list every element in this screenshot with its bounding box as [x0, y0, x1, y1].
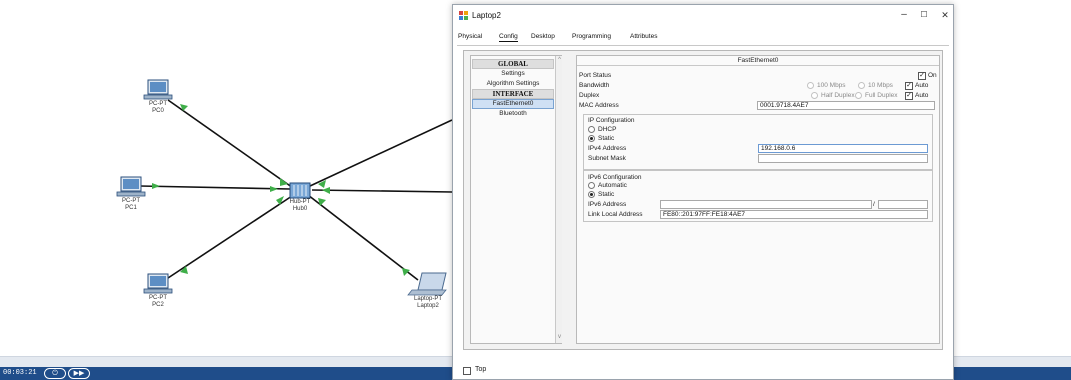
scroll-down-icon[interactable]: v [556, 334, 563, 341]
scroll-up-icon[interactable]: ^ [556, 57, 563, 64]
port-status-label: Port Status [579, 72, 612, 79]
tab-attributes[interactable]: Attributes [630, 33, 657, 40]
config-nav-list: GLOBAL Settings Algorithm Settings INTER… [470, 55, 562, 344]
pc1-icon[interactable] [116, 176, 146, 197]
hub0-type: Hub-PT [289, 199, 311, 205]
tab-programming[interactable]: Programming [572, 33, 611, 40]
nav-item-fastethernet0[interactable]: FastEthernet0 [472, 99, 554, 109]
tab-bar: Physical Config Desktop Programming Attr… [453, 31, 953, 45]
nav-scrollbar[interactable]: ^ v [555, 56, 562, 343]
tab-desktop[interactable]: Desktop [531, 33, 555, 40]
ipv6-static-label: Static [598, 191, 615, 198]
ipv6-automatic-radio[interactable] [588, 182, 595, 189]
duplex-full-radio[interactable] [855, 92, 862, 99]
subnet-mask-label: Subnet Mask [588, 155, 626, 162]
nav-item-algorithm-settings[interactable]: Algorithm Settings [472, 79, 554, 89]
ipv4-address-label: IPv4 Address [588, 145, 627, 152]
close-button[interactable]: ✕ [938, 9, 952, 21]
laptop2-window: Laptop2 – ☐ ✕ Physical Config Desktop Pr… [452, 4, 954, 380]
pc1-label: PC-PT PC1 [101, 198, 161, 212]
top-checkbox-label: Top [475, 366, 487, 373]
power-cycle-button[interactable]: ⏻ [44, 368, 66, 379]
laptop2-name: Laptop2 [417, 303, 439, 309]
bandwidth-label: Bandwidth [579, 82, 610, 89]
packet-tracer-icon [459, 11, 468, 20]
ipv4-static-label: Static [598, 135, 615, 142]
pc1-type: PC-PT [122, 198, 140, 204]
pc0-icon[interactable] [143, 79, 173, 100]
link-local-address-field: FE80::201:97FF:FE18:4AE7 [660, 210, 928, 219]
ipv6-address-field[interactable] [660, 200, 872, 209]
mac-address-field[interactable]: 0001.9718.4AE7 [757, 101, 935, 110]
port-status-on-label: On [928, 72, 937, 79]
dhcp-label: DHCP [598, 126, 617, 133]
ipv6-address-label: IPv6 Address [588, 201, 627, 208]
bandwidth-auto-label: Auto [915, 82, 929, 89]
ipv6-configuration-heading: IPv6 Configuration [588, 174, 642, 181]
bandwidth-10-label: 10 Mbps [868, 82, 893, 89]
pc2-icon[interactable] [143, 273, 173, 294]
ipv6-configuration-group: IPv6 Configuration Automatic Static IPv6… [583, 170, 933, 222]
nav-header-global: GLOBAL [472, 59, 554, 69]
link-hub0-offscreen-b[interactable] [311, 189, 453, 193]
hub0-label: Hub-PT Hub0 [270, 199, 330, 213]
duplex-half-radio[interactable] [811, 92, 818, 99]
bandwidth-10-radio[interactable] [858, 82, 865, 89]
laptop2-type: Laptop-PT [413, 296, 443, 302]
minimize-button[interactable]: – [897, 9, 911, 21]
fast-forward-button[interactable]: ▶▶ [68, 368, 90, 379]
pc2-label: PC-PT PC2 [128, 295, 188, 309]
pc1-name: PC1 [125, 205, 137, 211]
bandwidth-100-label: 100 Mbps [817, 82, 846, 89]
nav-item-settings[interactable]: Settings [472, 69, 554, 79]
ipv6-prefix-field[interactable] [878, 200, 928, 209]
ipv4-address-field[interactable]: 192.168.0.6 [758, 144, 928, 153]
duplex-half-label: Half Duplex [821, 92, 855, 99]
config-content: GLOBAL Settings Algorithm Settings INTER… [463, 50, 943, 350]
duplex-auto-label: Auto [915, 92, 929, 99]
power-icon: ⏻ [52, 370, 58, 377]
sim-time: 00:03:21 [3, 369, 37, 377]
ipv6-prefix-separator: / [873, 201, 875, 208]
title-bar[interactable]: Laptop2 – ☐ ✕ [453, 5, 953, 27]
ipv6-static-radio[interactable] [588, 191, 595, 198]
ip-configuration-heading: IP Configuration [588, 117, 635, 124]
laptop2-label: Laptop-PT Laptop2 [398, 296, 458, 310]
top-checkbox[interactable] [463, 367, 471, 375]
nav-item-bluetooth[interactable]: Bluetooth [472, 109, 554, 119]
link-local-address-label: Link Local Address [588, 211, 643, 218]
hub0-icon[interactable] [289, 182, 311, 199]
bandwidth-auto-checkbox[interactable]: ✓ [905, 82, 913, 90]
pc0-name: PC0 [152, 108, 164, 114]
bandwidth-100-radio[interactable] [807, 82, 814, 89]
port-status-on-checkbox[interactable]: ✓ [918, 72, 926, 80]
link-lights [152, 104, 410, 276]
subnet-mask-field[interactable] [758, 154, 928, 163]
link-hub0-offscreen-a[interactable] [309, 119, 453, 187]
pc2-name: PC2 [152, 302, 164, 308]
duplex-auto-checkbox[interactable]: ✓ [905, 92, 913, 100]
mac-address-label: MAC Address [579, 102, 619, 109]
tab-divider [457, 45, 949, 46]
ipv6-automatic-label: Automatic [598, 182, 627, 189]
panel-title: FastEthernet0 [577, 56, 939, 66]
link-pc1-hub0[interactable] [139, 185, 291, 190]
pc2-type: PC-PT [149, 295, 167, 301]
ip-configuration-group: IP Configuration DHCP Static IPv4 Addres… [583, 114, 933, 170]
nav-header-interface: INTERFACE [472, 89, 554, 99]
tab-config[interactable]: Config [499, 33, 518, 42]
pc0-label: PC-PT PC0 [128, 101, 188, 115]
fast-forward-icon: ▶▶ [73, 370, 85, 377]
interface-panel: FastEthernet0 Port Status ✓ On Bandwidth… [576, 55, 940, 344]
window-title: Laptop2 [472, 11, 501, 20]
pc0-type: PC-PT [149, 101, 167, 107]
duplex-full-label: Full Duplex [865, 92, 898, 99]
duplex-label: Duplex [579, 92, 600, 99]
maximize-button[interactable]: ☐ [917, 9, 931, 21]
dhcp-radio[interactable] [588, 126, 595, 133]
ipv4-static-radio[interactable] [588, 135, 595, 142]
hub0-name: Hub0 [292, 206, 308, 212]
tab-physical[interactable]: Physical [458, 33, 482, 40]
